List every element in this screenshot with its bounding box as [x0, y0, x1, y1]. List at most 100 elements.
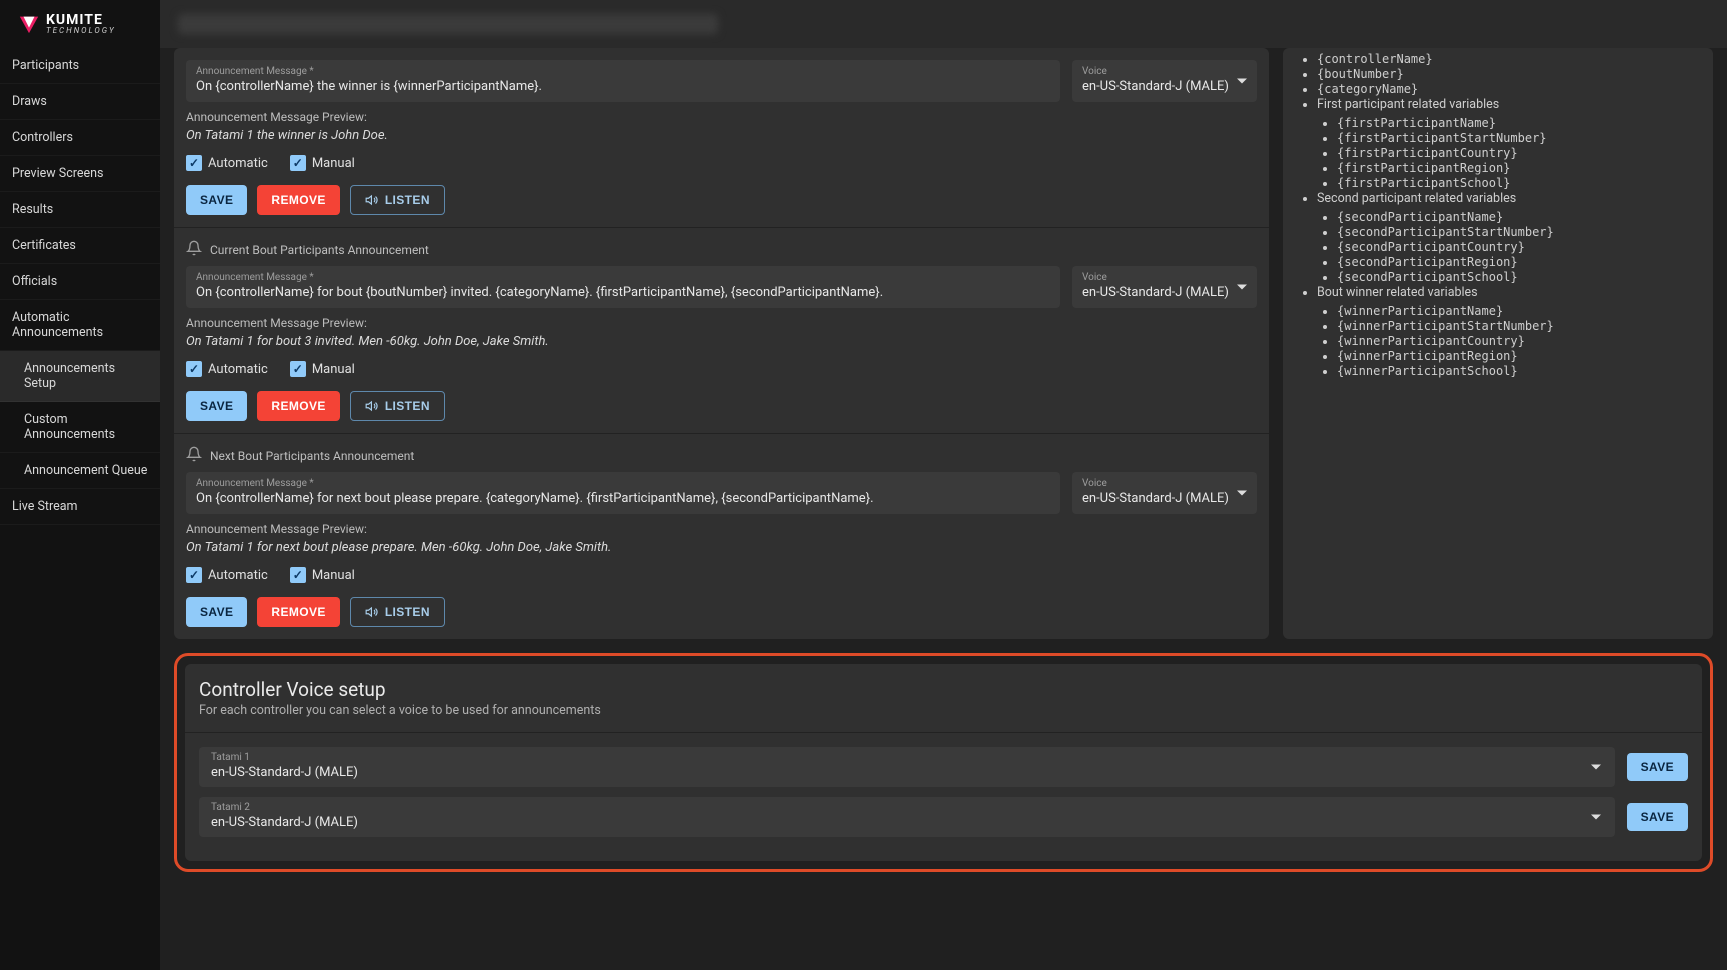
- announcement-block-2: Next Bout Participants Announcement Annou…: [174, 434, 1269, 639]
- remove-button[interactable]: REMOVE: [257, 185, 339, 215]
- announcement-title: Current Bout Participants Announcement: [210, 243, 429, 257]
- controller-voice-panel: Controller Voice setup For each controll…: [185, 664, 1702, 861]
- manual-label: Manual: [312, 362, 355, 377]
- divider: [185, 732, 1702, 733]
- remove-button[interactable]: REMOVE: [257, 597, 339, 627]
- automatic-checkbox[interactable]: ✓ Automatic: [186, 567, 268, 583]
- voice-value: en-US-Standard-J (MALE): [1082, 79, 1247, 94]
- automatic-label: Automatic: [208, 568, 268, 583]
- field-label: Announcement Message *: [196, 66, 1050, 77]
- voice-select[interactable]: Voice en-US-Standard-J (MALE): [1072, 266, 1257, 308]
- sidebar-item-officials[interactable]: Officials: [0, 264, 160, 300]
- preview-text: On Tatami 1 for bout 3 invited. Men -60k…: [186, 334, 1257, 349]
- voice-select[interactable]: Voiceen-US-Standard-J (MALE): [1072, 472, 1257, 514]
- automatic-checkbox[interactable]: ✓Automatic: [186, 155, 268, 171]
- automatic-label: Automatic: [208, 156, 268, 171]
- sidebar: KUMITE TECHNOLOGY ParticipantsDrawsContr…: [0, 0, 160, 970]
- sidebar-item-certificates[interactable]: Certificates: [0, 228, 160, 264]
- variable-group-title: Bout winner related variables{winnerPart…: [1317, 285, 1699, 378]
- variable-token: {winnerParticipantStartNumber}: [1337, 319, 1699, 333]
- variable-token: {winnerParticipantRegion}: [1337, 349, 1699, 363]
- chevron-down-icon: [1237, 491, 1247, 496]
- listen-button[interactable]: LISTEN: [350, 391, 445, 421]
- bell-icon: [186, 240, 202, 260]
- chevron-down-icon: [1237, 285, 1247, 290]
- controller-voice-select[interactable]: Tatami 1 en-US-Standard-J (MALE): [199, 747, 1615, 787]
- sidebar-item-preview-screens[interactable]: Preview Screens: [0, 156, 160, 192]
- announcements-panel: Announcement Message * On {controllerName…: [174, 48, 1269, 639]
- announcement-block-0: Announcement Message *On {controllerName…: [174, 48, 1269, 228]
- remove-button[interactable]: REMOVE: [257, 391, 339, 421]
- variable-token: {secondParticipantStartNumber}: [1337, 225, 1699, 239]
- brand-logo: KUMITE TECHNOLOGY: [0, 0, 160, 48]
- variable-token: {winnerParticipantCountry}: [1337, 334, 1699, 348]
- variable-token: {winnerParticipantSchool}: [1337, 364, 1699, 378]
- listen-button[interactable]: LISTEN: [350, 597, 445, 627]
- voice-select[interactable]: Voiceen-US-Standard-J (MALE): [1072, 60, 1257, 102]
- controller-voice-value: en-US-Standard-J (MALE): [211, 765, 1603, 780]
- field-label: Voice: [1082, 478, 1247, 489]
- sidebar-item-draws[interactable]: Draws: [0, 84, 160, 120]
- controller-voice-row-1: Tatami 2 en-US-Standard-J (MALE) SAVE: [199, 797, 1688, 837]
- sidebar-item-live-stream[interactable]: Live Stream: [0, 489, 160, 525]
- sidebar-item-controllers[interactable]: Controllers: [0, 120, 160, 156]
- field-label: Voice: [1082, 272, 1247, 283]
- automatic-label: Automatic: [208, 362, 268, 377]
- variable-help-panel: {controllerName}{boutNumber}{categoryNam…: [1283, 48, 1713, 639]
- controller-voice-save-button[interactable]: SAVE: [1627, 803, 1688, 831]
- preview-text: On Tatami 1 the winner is John Doe.: [186, 128, 1257, 143]
- save-button[interactable]: SAVE: [186, 597, 247, 627]
- variable-token: {firstParticipantRegion}: [1337, 161, 1699, 175]
- checkbox-checked-icon: ✓: [186, 567, 202, 583]
- controller-voice-highlight: Controller Voice setup For each controll…: [174, 653, 1713, 872]
- logo-icon: [18, 13, 40, 35]
- chevron-down-icon: [1237, 79, 1247, 84]
- announcement-message-value: On {controllerName} for next bout please…: [196, 491, 1050, 506]
- controller-voice-select[interactable]: Tatami 2 en-US-Standard-J (MALE): [199, 797, 1615, 837]
- variable-token: {secondParticipantCountry}: [1337, 240, 1699, 254]
- variable-token: {firstParticipantName}: [1337, 116, 1699, 130]
- preview-label: Announcement Message Preview:: [186, 522, 1257, 536]
- manual-label: Manual: [312, 568, 355, 583]
- save-button[interactable]: SAVE: [186, 391, 247, 421]
- checkbox-checked-icon: ✓: [186, 361, 202, 377]
- variable-token: {firstParticipantCountry}: [1337, 146, 1699, 160]
- announcement-block-1: Current Bout Participants Announcement An…: [174, 228, 1269, 434]
- manual-checkbox[interactable]: ✓Manual: [290, 567, 355, 583]
- announcement-message-input[interactable]: Announcement Message *On {controllerName…: [186, 472, 1060, 514]
- automatic-checkbox[interactable]: ✓ Automatic: [186, 361, 268, 377]
- chevron-down-icon: [1591, 815, 1601, 820]
- preview-label: Announcement Message Preview:: [186, 316, 1257, 330]
- manual-label: Manual: [312, 156, 355, 171]
- variable-token: {categoryName}: [1317, 82, 1699, 96]
- field-label: Announcement Message *: [196, 272, 1050, 283]
- variable-token: {boutNumber}: [1317, 67, 1699, 81]
- listen-button[interactable]: LISTEN: [350, 185, 445, 215]
- variable-token: {secondParticipantRegion}: [1337, 255, 1699, 269]
- controller-voice-value: en-US-Standard-J (MALE): [211, 815, 1603, 830]
- save-button[interactable]: SAVE: [186, 185, 247, 215]
- controller-voice-save-button[interactable]: SAVE: [1627, 753, 1688, 781]
- announcement-message-input[interactable]: Announcement Message *On {controllerName…: [186, 60, 1060, 102]
- chevron-down-icon: [1591, 765, 1601, 770]
- variable-token: {firstParticipantSchool}: [1337, 176, 1699, 190]
- controller-label: Tatami 1: [211, 752, 1603, 763]
- brand-sub: TECHNOLOGY: [46, 27, 116, 35]
- voice-value: en-US-Standard-J (MALE): [1082, 285, 1247, 300]
- sidebar-item-custom-announcements[interactable]: Custom Announcements: [0, 402, 160, 453]
- manual-checkbox[interactable]: ✓Manual: [290, 361, 355, 377]
- announcement-title: Next Bout Participants Announcement: [210, 449, 414, 463]
- manual-checkbox[interactable]: ✓Manual: [290, 155, 355, 171]
- variable-token: {firstParticipantStartNumber}: [1337, 131, 1699, 145]
- sidebar-item-results[interactable]: Results: [0, 192, 160, 228]
- variable-group-title: Second participant related variables{sec…: [1317, 191, 1699, 284]
- controller-label: Tatami 2: [211, 802, 1603, 813]
- variable-group-title: First participant related variables{firs…: [1317, 97, 1699, 190]
- announcement-message-input[interactable]: Announcement Message *On {controllerName…: [186, 266, 1060, 308]
- sidebar-nav: ParticipantsDrawsControllersPreview Scre…: [0, 48, 160, 525]
- controller-voice-subtitle: For each controller you can select a voi…: [199, 703, 1688, 718]
- sidebar-item-announcements-setup[interactable]: Announcements Setup: [0, 351, 160, 402]
- sidebar-item-announcement-queue[interactable]: Announcement Queue: [0, 453, 160, 489]
- sidebar-item-participants[interactable]: Participants: [0, 48, 160, 84]
- sidebar-item-automatic-announcements[interactable]: Automatic Announcements: [0, 300, 160, 351]
